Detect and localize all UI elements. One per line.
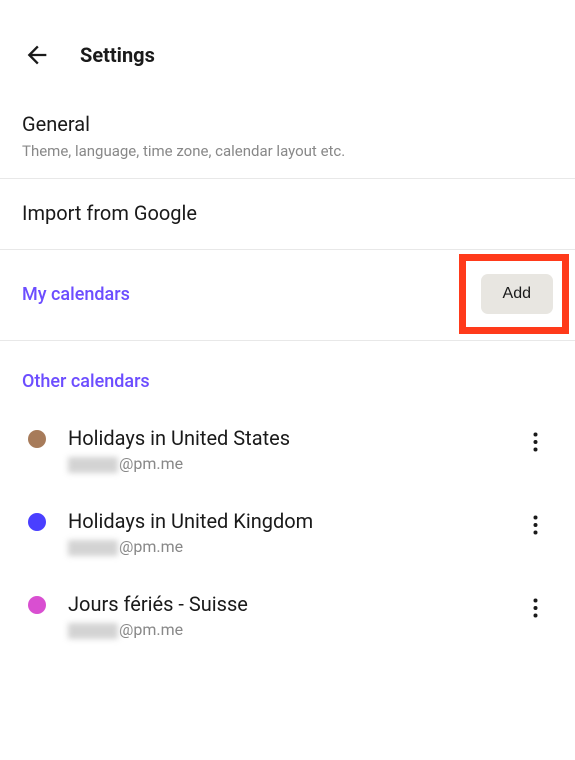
calendar-name: Holidays in United States bbox=[68, 426, 501, 450]
calendar-email: @pm.me bbox=[68, 620, 501, 639]
calendar-info: Holidays in United States @pm.me bbox=[68, 426, 501, 473]
import-section[interactable]: Import from Google bbox=[0, 179, 575, 250]
general-section[interactable]: General Theme, language, time zone, cale… bbox=[0, 98, 575, 179]
import-title: Import from Google bbox=[22, 201, 553, 225]
my-calendars-row: My calendars Add bbox=[0, 250, 575, 341]
email-suffix: @pm.me bbox=[119, 620, 183, 639]
calendar-color-dot bbox=[28, 430, 46, 448]
more-menu-button[interactable] bbox=[523, 513, 547, 537]
calendar-color-dot bbox=[28, 513, 46, 531]
my-calendars-title: My calendars bbox=[22, 284, 130, 305]
calendar-item[interactable]: Holidays in United Kingdom @pm.me bbox=[22, 501, 553, 584]
calendar-name: Jours fériés - Suisse bbox=[68, 592, 501, 616]
calendar-item[interactable]: Holidays in United States @pm.me bbox=[22, 418, 553, 501]
email-suffix: @pm.me bbox=[119, 454, 183, 473]
calendar-email: @pm.me bbox=[68, 454, 501, 473]
header: Settings bbox=[0, 0, 575, 98]
email-suffix: @pm.me bbox=[119, 537, 183, 556]
general-subtitle: Theme, language, time zone, calendar lay… bbox=[22, 142, 553, 160]
calendar-item[interactable]: Jours fériés - Suisse @pm.me bbox=[22, 584, 553, 667]
obscured-text bbox=[68, 457, 118, 473]
calendar-color-dot bbox=[28, 596, 46, 614]
other-calendars-section: Other calendars Holidays in United State… bbox=[0, 341, 575, 677]
more-vertical-icon bbox=[533, 432, 538, 452]
more-vertical-icon bbox=[533, 515, 538, 535]
calendar-info: Jours fériés - Suisse @pm.me bbox=[68, 592, 501, 639]
obscured-text bbox=[68, 623, 118, 639]
calendar-info: Holidays in United Kingdom @pm.me bbox=[68, 509, 501, 556]
more-menu-button[interactable] bbox=[523, 596, 547, 620]
more-vertical-icon bbox=[533, 598, 538, 618]
more-menu-button[interactable] bbox=[523, 430, 547, 454]
arrow-left-icon bbox=[23, 41, 51, 69]
general-title: General bbox=[22, 112, 553, 136]
calendar-name: Holidays in United Kingdom bbox=[68, 509, 501, 533]
other-calendars-title: Other calendars bbox=[22, 371, 553, 392]
obscured-text bbox=[68, 540, 118, 556]
page-title: Settings bbox=[80, 43, 155, 67]
add-calendar-button[interactable]: Add bbox=[481, 274, 553, 314]
back-button[interactable] bbox=[22, 40, 52, 70]
calendar-email: @pm.me bbox=[68, 537, 501, 556]
